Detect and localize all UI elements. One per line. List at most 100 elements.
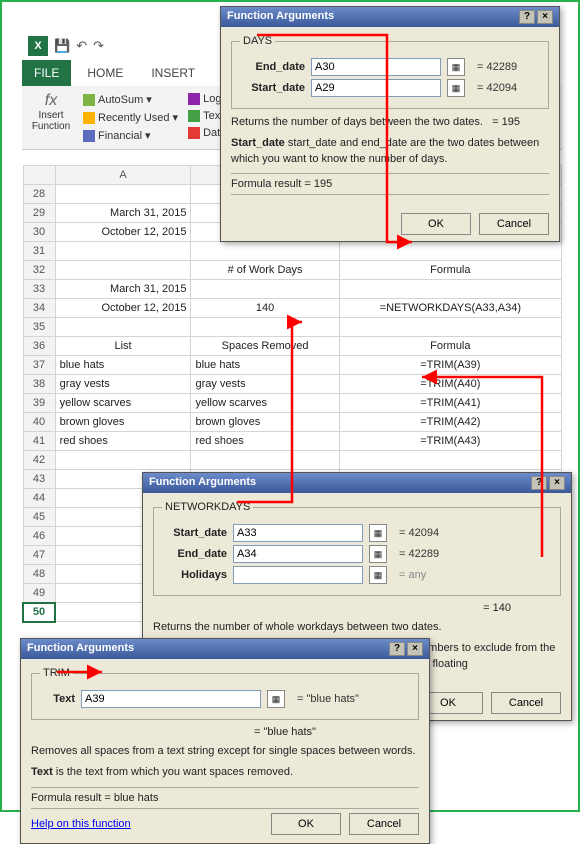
cell[interactable]: October 12, 2015 (55, 299, 191, 318)
range-select-icon[interactable]: ▦ (369, 545, 387, 563)
cell[interactable]: brown gloves (55, 413, 191, 432)
help-icon[interactable]: ? (531, 476, 547, 490)
row-header[interactable]: 42 (23, 451, 55, 470)
cell[interactable] (339, 280, 561, 299)
cell[interactable] (339, 242, 561, 261)
row-header[interactable]: 30 (23, 223, 55, 242)
cell[interactable]: Formula (339, 261, 561, 280)
cell[interactable]: yellow scarves (191, 394, 339, 413)
cell[interactable]: blue hats (55, 356, 191, 375)
cell[interactable] (55, 261, 191, 280)
cell[interactable]: red shoes (55, 432, 191, 451)
col-header-a[interactable]: A (55, 166, 191, 185)
cell[interactable]: =TRIM(A43) (339, 432, 561, 451)
cell[interactable]: =NETWORKDAYS(A33,A34) (339, 299, 561, 318)
cell[interactable]: March 31, 2015 (55, 280, 191, 299)
cell[interactable]: gray vests (191, 375, 339, 394)
cell[interactable]: blue hats (191, 356, 339, 375)
dialog-titlebar[interactable]: Function Arguments ?× (143, 473, 571, 493)
cancel-button[interactable]: Cancel (491, 692, 561, 714)
row-header[interactable]: 39 (23, 394, 55, 413)
row-header[interactable]: 45 (23, 508, 55, 527)
range-select-icon[interactable]: ▦ (447, 79, 465, 97)
cell[interactable] (339, 318, 561, 337)
row-header[interactable]: 47 (23, 546, 55, 565)
end-date-input[interactable] (311, 58, 441, 76)
tab-insert[interactable]: INSERT (139, 60, 207, 86)
cell[interactable]: brown gloves (191, 413, 339, 432)
row-header[interactable]: 38 (23, 375, 55, 394)
range-select-icon[interactable]: ▦ (267, 690, 285, 708)
row-header[interactable]: 36 (23, 337, 55, 356)
insert-function-button[interactable]: fx Insert Function (26, 92, 76, 143)
row-header[interactable]: 40 (23, 413, 55, 432)
row-header[interactable]: 33 (23, 280, 55, 299)
row-header[interactable]: 41 (23, 432, 55, 451)
close-icon[interactable]: × (407, 642, 423, 656)
dialog-titlebar[interactable]: Function Arguments ?× (221, 7, 559, 27)
row-header-selected[interactable]: 50 (23, 603, 55, 622)
cell[interactable] (191, 242, 339, 261)
range-select-icon[interactable]: ▦ (369, 566, 387, 584)
help-icon[interactable]: ? (519, 10, 535, 24)
row-header[interactable]: 43 (23, 470, 55, 489)
cell[interactable] (55, 185, 191, 204)
recently-used-button[interactable]: Recently Used ▾ (80, 110, 181, 125)
ok-button[interactable]: OK (271, 813, 341, 835)
range-select-icon[interactable]: ▦ (447, 58, 465, 76)
undo-icon[interactable]: ↶ (76, 38, 87, 54)
cell[interactable]: 140 (191, 299, 339, 318)
close-icon[interactable]: × (537, 10, 553, 24)
cell[interactable]: # of Work Days (191, 261, 339, 280)
range-select-icon[interactable]: ▦ (369, 524, 387, 542)
cell[interactable]: March 31, 2015 (55, 204, 191, 223)
autosum-button[interactable]: AutoSum ▾ (80, 92, 181, 107)
row-header[interactable]: 28 (23, 185, 55, 204)
tab-file[interactable]: FILE (22, 60, 71, 86)
cell[interactable]: Formula (339, 337, 561, 356)
tab-home[interactable]: HOME (75, 60, 135, 86)
row-header[interactable]: 46 (23, 527, 55, 546)
row-header[interactable]: 31 (23, 242, 55, 261)
cell[interactable] (339, 451, 561, 470)
start-date-input[interactable] (233, 524, 363, 542)
cell[interactable] (191, 280, 339, 299)
cell[interactable] (191, 318, 339, 337)
close-icon[interactable]: × (549, 476, 565, 490)
row-header[interactable]: 29 (23, 204, 55, 223)
row-header[interactable]: 37 (23, 356, 55, 375)
financial-button[interactable]: Financial ▾ (80, 128, 181, 143)
holidays-input[interactable] (233, 566, 363, 584)
cell[interactable]: Spaces Removed (191, 337, 339, 356)
cancel-button[interactable]: Cancel (479, 213, 549, 235)
row-header[interactable]: 49 (23, 584, 55, 603)
row-header[interactable]: 34 (23, 299, 55, 318)
text-input[interactable] (81, 690, 261, 708)
help-link[interactable]: Help on this function (31, 818, 131, 830)
ok-button[interactable]: OK (401, 213, 471, 235)
row-header[interactable]: 48 (23, 565, 55, 584)
cell[interactable]: List (55, 337, 191, 356)
cell[interactable]: =TRIM(A42) (339, 413, 561, 432)
help-icon[interactable]: ? (389, 642, 405, 656)
end-date-input[interactable] (233, 545, 363, 563)
redo-icon[interactable]: ↷ (93, 38, 104, 54)
save-icon[interactable]: 💾 (54, 38, 70, 54)
cell[interactable]: =TRIM(A41) (339, 394, 561, 413)
row-header[interactable]: 32 (23, 261, 55, 280)
row-header[interactable]: 44 (23, 489, 55, 508)
cell[interactable]: red shoes (191, 432, 339, 451)
cancel-button[interactable]: Cancel (349, 813, 419, 835)
cell[interactable]: =TRIM(A40) (339, 375, 561, 394)
cell[interactable]: =TRIM(A39) (339, 356, 561, 375)
cell[interactable] (55, 451, 191, 470)
cell[interactable] (55, 318, 191, 337)
corner-cell[interactable] (23, 166, 55, 185)
cell[interactable]: October 12, 2015 (55, 223, 191, 242)
start-date-input[interactable] (311, 79, 441, 97)
cell[interactable]: yellow scarves (55, 394, 191, 413)
cell[interactable] (55, 242, 191, 261)
cell[interactable] (191, 451, 339, 470)
row-header[interactable]: 35 (23, 318, 55, 337)
dialog-titlebar[interactable]: Function Arguments ?× (21, 639, 429, 659)
